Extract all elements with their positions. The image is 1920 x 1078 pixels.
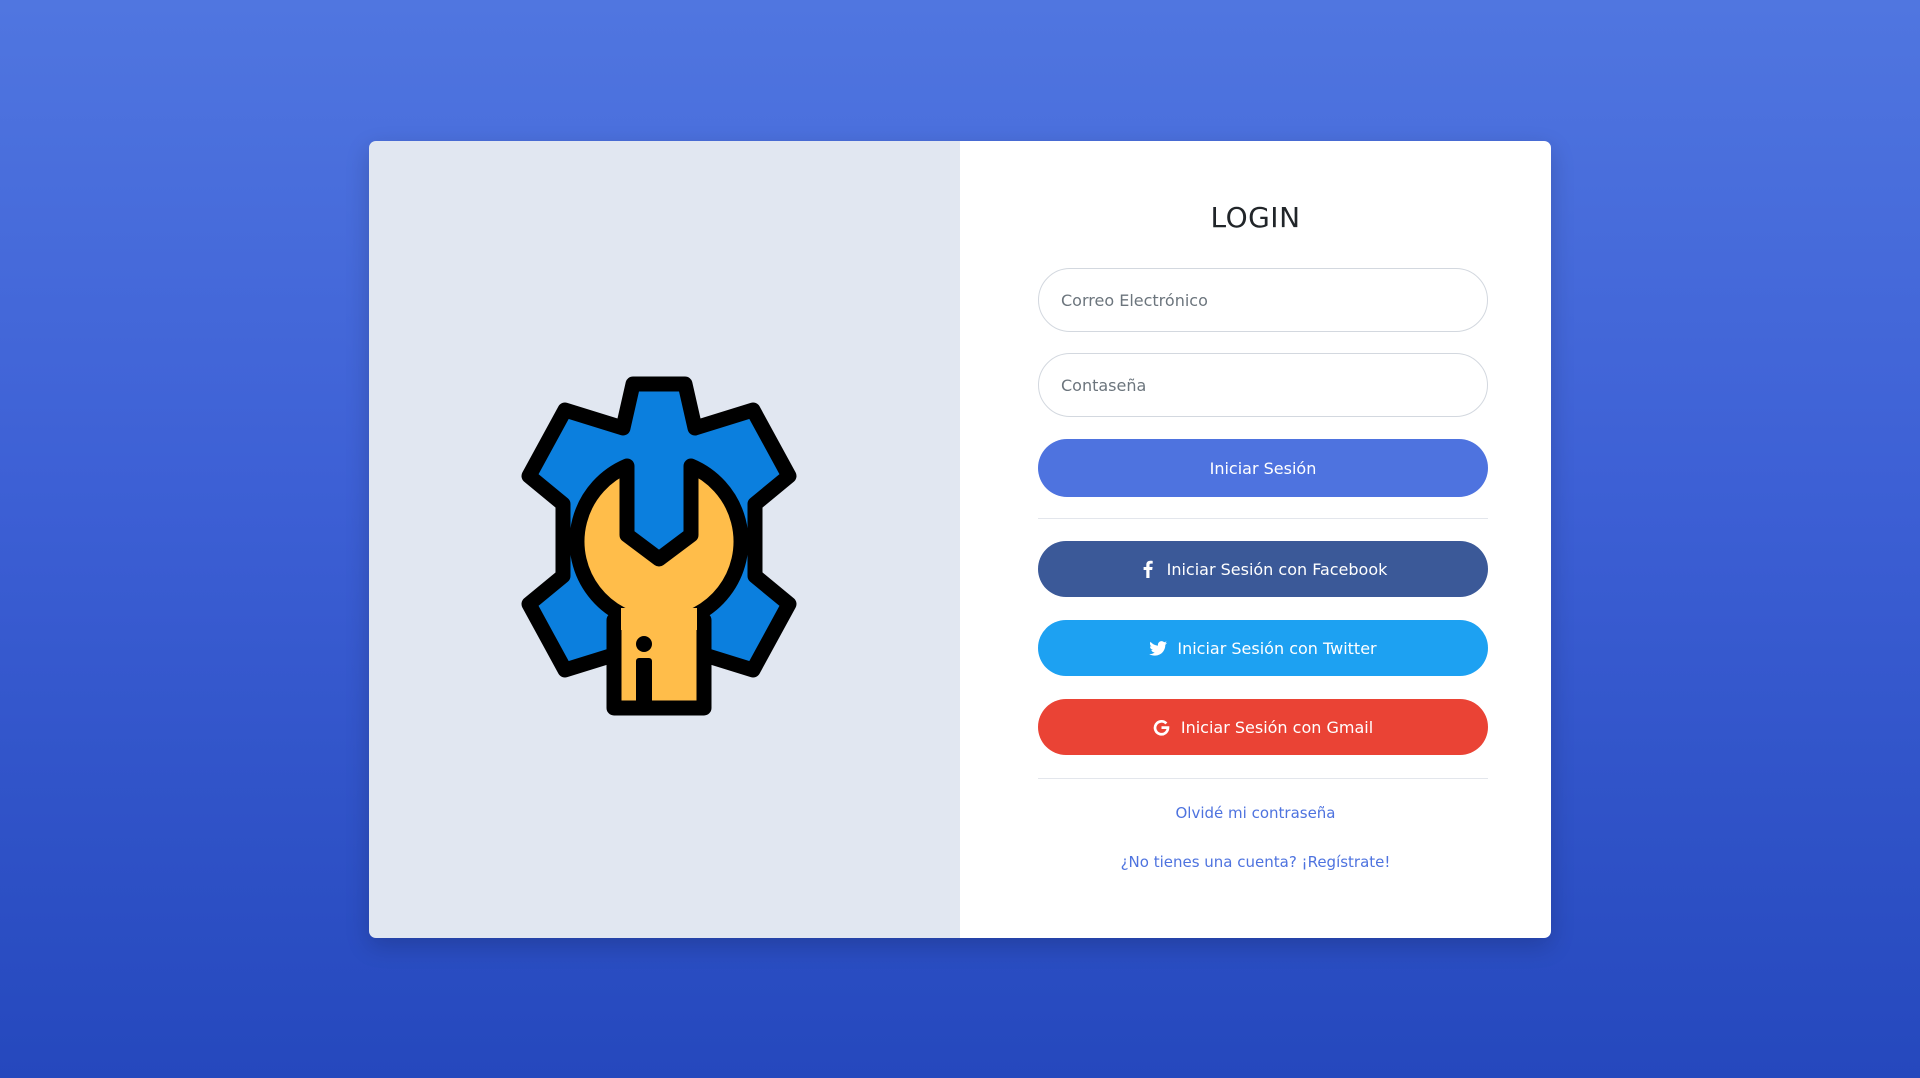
login-button-label: Iniciar Sesión xyxy=(1209,458,1317,478)
register-link[interactable]: ¿No tienes una cuenta? ¡Regístrate! xyxy=(960,853,1551,871)
gmail-login-button[interactable]: Iniciar Sesión con Gmail xyxy=(1038,699,1488,755)
password-field[interactable] xyxy=(1038,353,1488,417)
twitter-login-button[interactable]: Iniciar Sesión con Twitter xyxy=(1038,620,1488,676)
login-card: LOGIN Iniciar Sesión Iniciar Sesión con … xyxy=(369,141,1551,938)
facebook-login-button[interactable]: Iniciar Sesión con Facebook xyxy=(1038,541,1488,597)
gear-wrench-icon xyxy=(521,376,797,716)
forgot-password-link[interactable]: Olvidé mi contraseña xyxy=(960,804,1551,822)
gmail-login-label: Iniciar Sesión con Gmail xyxy=(1180,717,1374,737)
twitter-icon xyxy=(1149,639,1168,657)
email-field[interactable] xyxy=(1038,268,1488,332)
divider xyxy=(1038,518,1488,519)
facebook-icon xyxy=(1139,560,1157,578)
page-title: LOGIN xyxy=(1210,201,1301,234)
login-form-panel: LOGIN Iniciar Sesión Iniciar Sesión con … xyxy=(960,141,1551,938)
logo-panel xyxy=(369,141,960,938)
login-button[interactable]: Iniciar Sesión xyxy=(1038,439,1488,497)
twitter-login-label: Iniciar Sesión con Twitter xyxy=(1177,638,1377,658)
facebook-login-label: Iniciar Sesión con Facebook xyxy=(1166,559,1388,579)
google-icon xyxy=(1153,718,1171,736)
divider xyxy=(1038,778,1488,779)
